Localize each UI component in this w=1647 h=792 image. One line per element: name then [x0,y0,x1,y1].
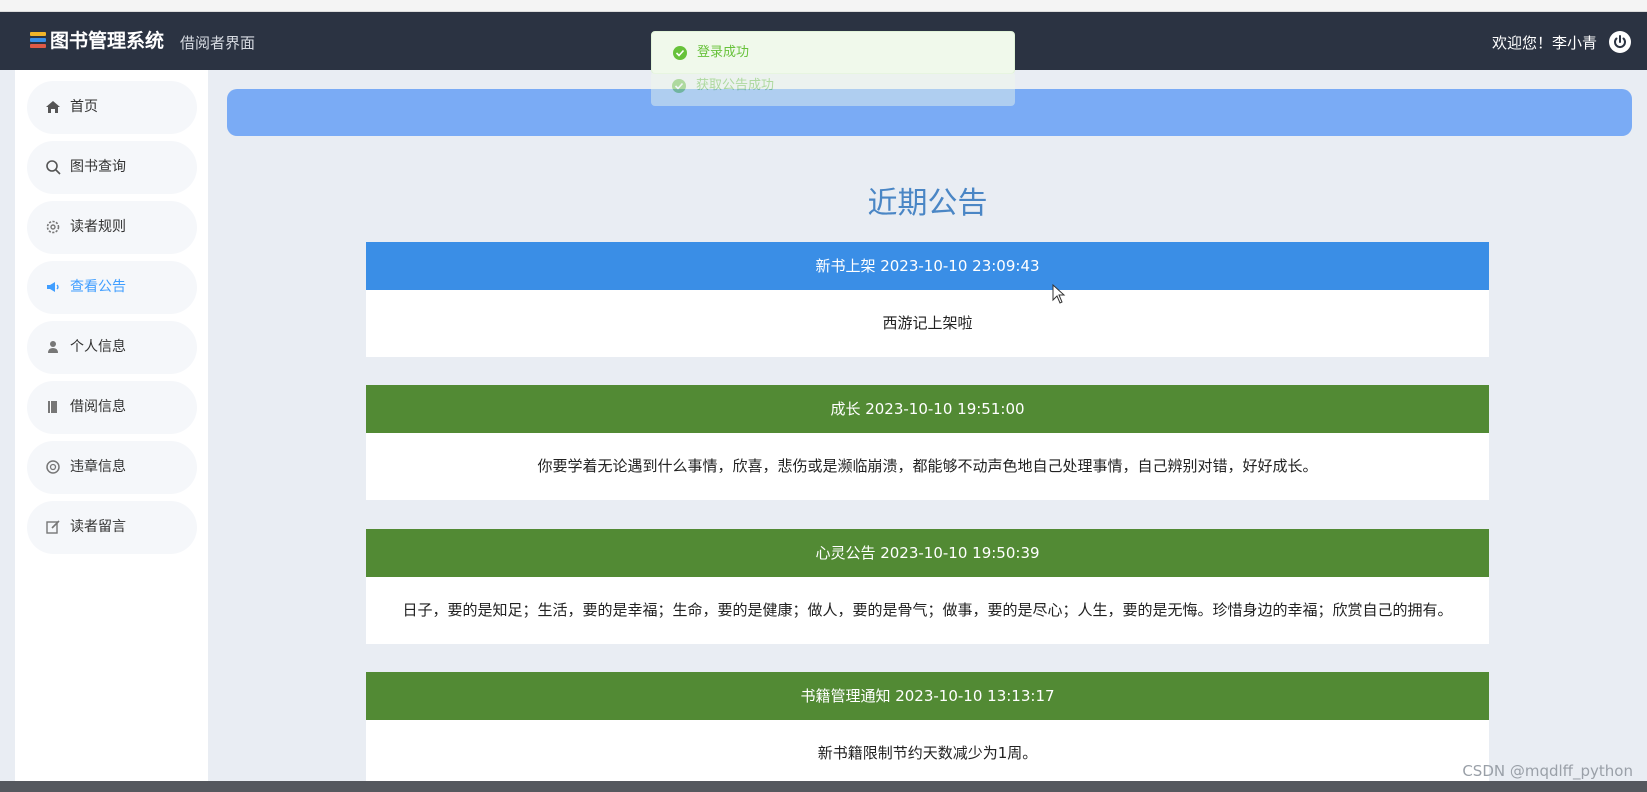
sidebar-item-borrow-info[interactable]: 借阅信息 [27,381,197,434]
sidebar-item-violation-info[interactable]: 违章信息 [27,441,197,494]
warning-circle-icon [45,459,61,475]
sidebar-item-announcements[interactable]: 查看公告 [27,261,197,314]
sidebar-item-personal-info[interactable]: 个人信息 [27,321,197,374]
success-check-icon [672,45,688,61]
toast-login-success: 登录成功 [651,31,1015,74]
sidebar: 首页 图书查询 读者规则 查看公告 个人信息 借阅信息 违章信息 读者留言 [15,70,208,792]
welcome-text: 欢迎您！李小青 [1491,34,1597,52]
bottom-scroll-bar [0,781,1647,792]
notice-body: 日子，要的是知足；生活，要的是幸福；生命，要的是健康；做人，要的是骨气；做事，要… [366,577,1489,644]
sidebar-item-label: 借阅信息 [70,399,126,415]
app-subtitle: 借阅者界面 [180,34,256,52]
notice-card: 心灵公告 2023-10-10 19:50:39 日子，要的是知足；生活，要的是… [366,529,1489,644]
sidebar-item-label: 读者留言 [70,519,126,535]
sidebar-item-label: 违章信息 [70,459,126,475]
search-icon [45,159,61,175]
book-icon [45,399,61,415]
user-icon [45,339,61,355]
sidebar-item-reader-rules[interactable]: 读者规则 [27,201,197,254]
browser-bookmarks-bar [0,0,1647,12]
sidebar-item-label: 读者规则 [70,219,126,235]
books-logo-icon [30,32,46,50]
notice-card: 成长 2023-10-10 19:51:00 你要学着无论遇到什么事情，欣喜，悲… [366,385,1489,500]
sidebar-item-label: 图书查询 [70,159,126,175]
sidebar-item-book-search[interactable]: 图书查询 [27,141,197,194]
notice-heading: 书籍管理通知 2023-10-10 13:13:17 [366,672,1489,720]
home-icon [45,99,61,115]
notice-heading: 成长 2023-10-10 19:51:00 [366,385,1489,433]
watermark: CSDN @mqdlff_python [1462,762,1633,780]
notice-body: 你要学着无论遇到什么事情，欣喜，悲伤或是濒临崩溃，都能够不动声色地自己处理事情，… [366,433,1489,500]
notice-body: 西游记上架啦 [366,290,1489,357]
gear-icon [45,219,61,235]
page-title: 近期公告 [867,186,988,221]
toast-message: 登录成功 [697,45,750,60]
edit-icon [45,519,61,535]
app-title: 图书管理系统 [50,30,165,52]
power-icon[interactable] [1609,31,1631,53]
notice-card: 新书上架 2023-10-10 23:09:43 西游记上架啦 [366,242,1489,357]
notice-heading: 新书上架 2023-10-10 23:09:43 [366,242,1489,290]
toast-message: 获取公告成功 [696,78,775,93]
sidebar-item-label: 首页 [70,99,98,115]
toast-fetch-notices-success: 获取公告成功 [651,72,1015,106]
notice-card: 书籍管理通知 2023-10-10 13:13:17 新书籍限制节约天数减少为1… [366,672,1489,787]
success-check-icon [671,78,687,94]
mouse-cursor-icon [1052,283,1066,304]
notice-heading: 心灵公告 2023-10-10 19:50:39 [366,529,1489,577]
speaker-icon [45,279,61,295]
sidebar-item-label: 查看公告 [70,279,126,295]
sidebar-item-label: 个人信息 [70,339,126,355]
sidebar-item-reader-messages[interactable]: 读者留言 [27,501,197,554]
notice-body: 新书籍限制节约天数减少为1周。 [366,720,1489,787]
sidebar-item-home[interactable]: 首页 [27,81,197,134]
